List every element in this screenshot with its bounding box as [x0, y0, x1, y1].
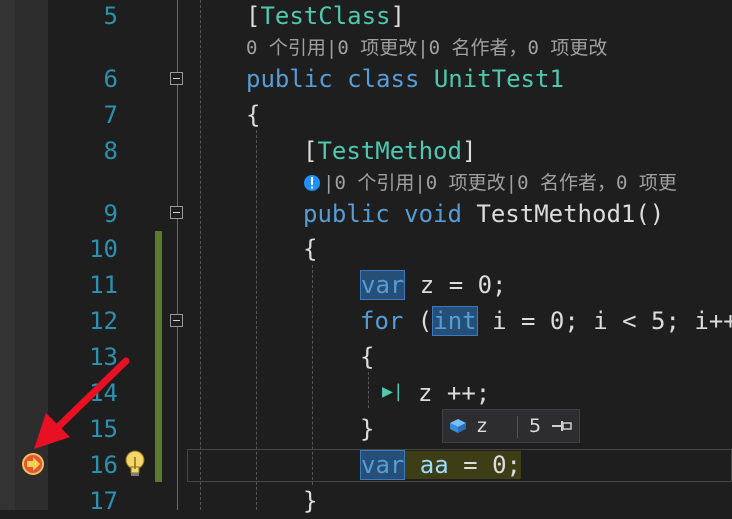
- code-line-11[interactable]: var z = 0;: [360, 267, 507, 303]
- line-number: 12: [89, 307, 118, 335]
- variable-icon: [450, 419, 466, 433]
- line-number: 11: [89, 271, 118, 299]
- indent-guide: [200, 0, 201, 510]
- execution-pointer-icon: [22, 453, 44, 475]
- change-tracking-bar: [155, 231, 162, 482]
- code-line-14[interactable]: z ++;: [418, 375, 490, 411]
- codelens-method[interactable]: |0 个引用|0 项更改|0 名作者，0 项更: [303, 170, 677, 196]
- line-number: 6: [103, 65, 118, 93]
- code-line-7[interactable]: {: [246, 97, 260, 133]
- code-line-16[interactable]: var aa = 0;: [360, 447, 521, 483]
- line-number: 17: [89, 487, 118, 515]
- pin-icon[interactable]: [551, 419, 573, 433]
- code-line-12[interactable]: for (int i = 0; i < 5; i++: [360, 303, 732, 339]
- line-number: 10: [89, 235, 118, 263]
- annotation-arrow-icon: [34, 357, 130, 449]
- lightbulb-icon[interactable]: [122, 449, 148, 479]
- collapse-toggle[interactable]: [170, 314, 183, 327]
- indent-guide: [368, 372, 369, 408]
- code-line-5[interactable]: [TestClass]: [246, 0, 405, 34]
- datatip[interactable]: z 5: [442, 409, 580, 443]
- collapse-toggle[interactable]: [170, 72, 183, 85]
- line-number: 5: [103, 2, 118, 30]
- step-marker-icon: ▶|: [382, 381, 404, 402]
- code-line-10[interactable]: {: [303, 231, 317, 267]
- code-line-9[interactable]: public void TestMethod1(): [303, 196, 664, 232]
- code-line-17[interactable]: }: [303, 483, 317, 519]
- line-number: 7: [103, 101, 118, 129]
- datatip-value[interactable]: 5: [529, 415, 541, 437]
- code-line-15[interactable]: }: [360, 411, 374, 447]
- collapse-toggle[interactable]: [170, 206, 183, 219]
- datatip-divider: [517, 416, 518, 438]
- line-number: 16: [89, 451, 118, 479]
- code-line-6[interactable]: public class UnitTest1: [246, 61, 564, 97]
- datatip-name: z: [477, 415, 487, 437]
- line-number: 9: [103, 200, 118, 228]
- code-line-8[interactable]: [TestMethod]: [303, 133, 476, 169]
- codelens-class[interactable]: 0 个引用|0 项更改|0 名作者，0 项更改: [246, 35, 607, 61]
- info-icon: [304, 175, 320, 191]
- line-number: 8: [103, 137, 118, 165]
- code-line-13[interactable]: {: [360, 339, 374, 375]
